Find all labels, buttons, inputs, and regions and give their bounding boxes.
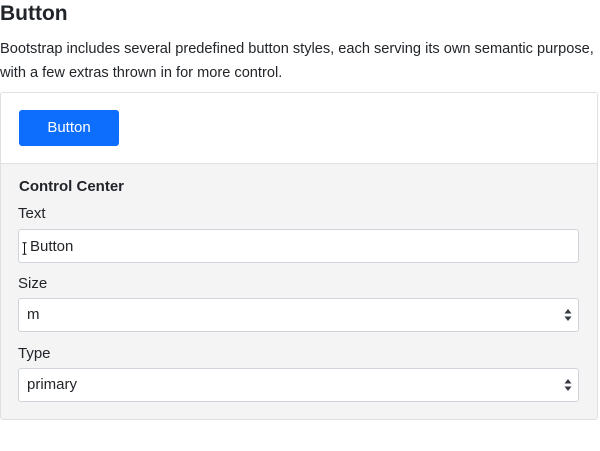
size-select[interactable]: m	[18, 298, 579, 332]
size-field-label: Size	[18, 275, 48, 292]
page-description: Bootstrap includes several predefined bu…	[0, 41, 594, 81]
page-title: Button	[0, 2, 68, 25]
page: Button Bootstrap includes several predef…	[0, 0, 600, 451]
chevron-up-down-icon	[564, 379, 572, 391]
preview-area: Button	[1, 93, 597, 164]
preview-button[interactable]: Button	[19, 110, 119, 146]
control-center-title: Control Center	[19, 178, 124, 195]
type-field-label: Type	[18, 345, 51, 362]
size-select-value: m	[27, 306, 40, 323]
text-field-label: Text	[18, 205, 46, 222]
chevron-up-down-icon	[564, 309, 572, 321]
text-input[interactable]	[18, 229, 579, 263]
type-select-value: primary	[27, 376, 78, 393]
type-select[interactable]: primary	[18, 368, 579, 402]
